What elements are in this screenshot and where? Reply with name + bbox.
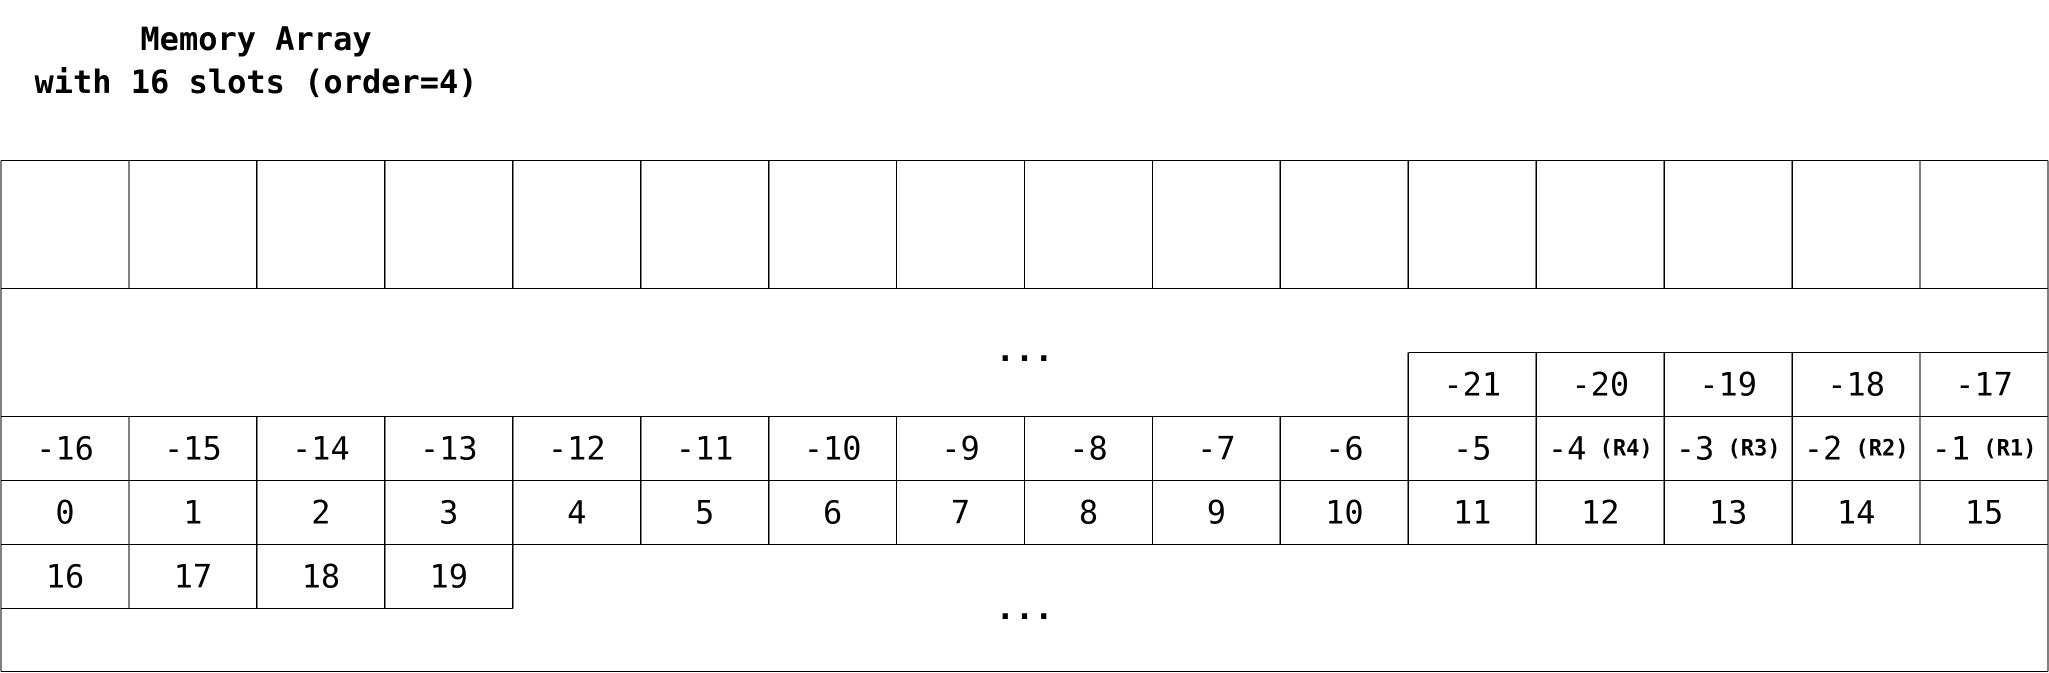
negative-index-label: -5	[1453, 430, 1492, 468]
positive-index-label: 5	[695, 494, 714, 532]
positive-index-label: 2	[311, 494, 330, 532]
positive-index-label: 0	[55, 494, 74, 532]
negative-index-label: -11	[676, 430, 734, 468]
positive-index-label: 11	[1453, 494, 1492, 532]
positive-index-label: 4	[567, 494, 586, 532]
register-tag: (R3)	[1714, 436, 1780, 461]
positive-index-label: 3	[439, 494, 458, 532]
negative-index-label: -6	[1325, 430, 1364, 468]
upper-partial-index-label: -19	[1699, 366, 1757, 404]
negative-index-label: -8	[1069, 430, 1108, 468]
grid-labels: ...... -21 -20 -19 -18 -17 -16 -15 -14 -13 -12 -11 -…	[36, 331, 2036, 627]
positive-index-label: 9	[1207, 494, 1226, 532]
positive-index-label: 13	[1709, 494, 1748, 532]
upper-partial-index-label: -20	[1571, 366, 1629, 404]
upper-partial-index-label: -17	[1955, 366, 2013, 404]
upper-partial-index-label: -18	[1827, 366, 1885, 404]
positive-index-label: 8	[1079, 494, 1098, 532]
negative-index-label: -14	[292, 430, 350, 468]
upper-ellipsis: ...	[996, 331, 1054, 369]
register-tag: (R2)	[1842, 436, 1908, 461]
negative-index-label: -13	[420, 430, 478, 468]
negative-index-label: -12	[548, 430, 606, 468]
register-tag: (R4)	[1586, 436, 1652, 461]
positive-index-label: 12	[1581, 494, 1620, 532]
lower-partial-index-label: 17	[174, 558, 213, 596]
negative-index-label: -1 (R1)	[1932, 430, 2037, 468]
positive-index-label: 15	[1965, 494, 2004, 532]
negative-index-label: -15	[164, 430, 222, 468]
negative-index-label: -7	[1197, 430, 1236, 468]
negative-index-label: -4 (R4)	[1548, 430, 1653, 468]
positive-index-label: 6	[823, 494, 842, 532]
positive-index-label: 1	[183, 494, 202, 532]
positive-index-label: 7	[951, 494, 970, 532]
negative-index-label: -3 (R3)	[1676, 430, 1781, 468]
negative-index-label: -16	[36, 430, 94, 468]
upper-partial-index-label: -21	[1443, 366, 1501, 404]
positive-index-label: 14	[1837, 494, 1876, 532]
lower-ellipsis: ...	[996, 589, 1054, 627]
lower-partial-index-label: 19	[430, 558, 469, 596]
positive-index-label: 10	[1325, 494, 1364, 532]
lower-partial-index-label: 16	[46, 558, 85, 596]
negative-index-label: -9	[941, 430, 980, 468]
negative-index-label: -10	[804, 430, 862, 468]
lower-partial-index-label: 18	[302, 558, 341, 596]
negative-index-label: -2 (R2)	[1804, 430, 1909, 468]
register-tag: (R1)	[1970, 436, 2036, 461]
memory-array-diagram: ...... -21 -20 -19 -18 -17 -16 -15 -14 -13 -12 -11 -…	[0, 159, 2049, 673]
